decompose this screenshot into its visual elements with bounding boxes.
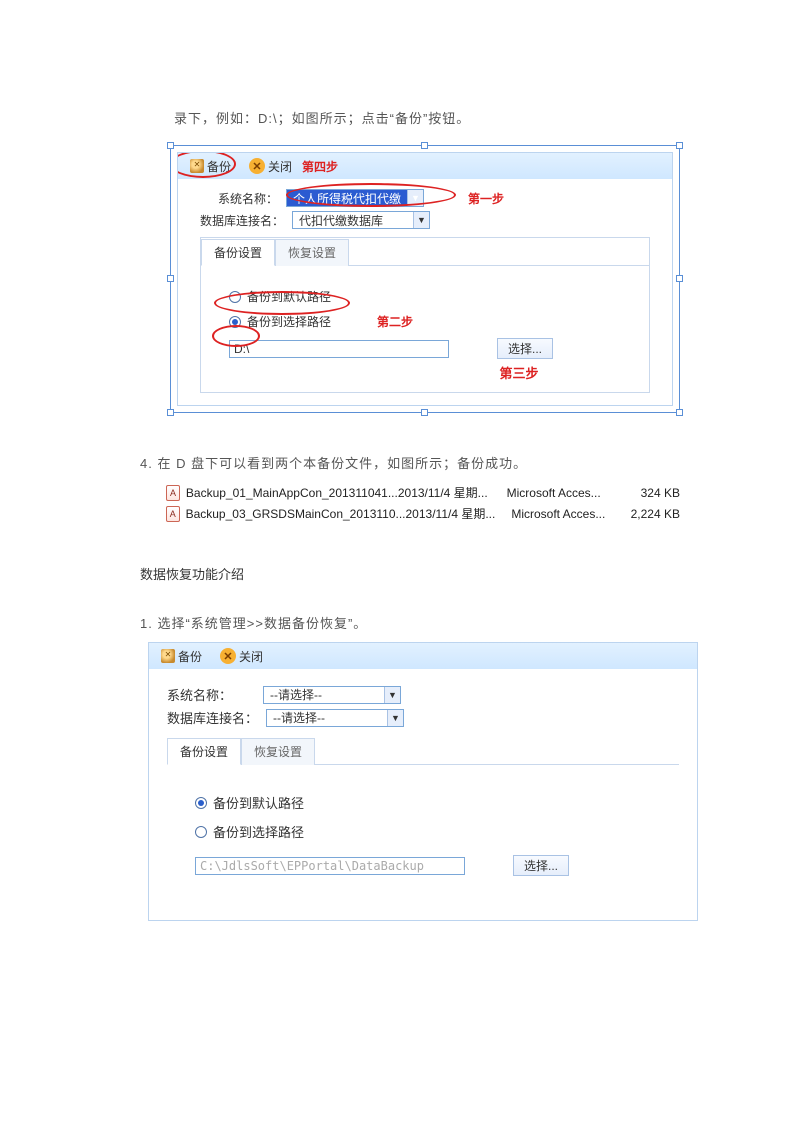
db-conn-value: 代扣代缴数据库 — [293, 212, 413, 229]
close-button-label: 关闭 — [239, 648, 263, 665]
backup-dialog-window: 备份 ✕ 关闭 第四步 系统名称： 个人所得税代扣代缴 ▼ 第一步 — [177, 152, 673, 406]
backup-button-label: 备份 — [207, 158, 231, 175]
radio-icon-off — [229, 291, 241, 303]
backup-button[interactable]: 备份 — [155, 647, 208, 666]
backup-button-label: 备份 — [178, 648, 202, 665]
radio-select-path[interactable]: 备份到选择路径 第二步 — [229, 313, 629, 330]
label-system-name: 系统名称： — [167, 685, 255, 704]
tab-backup-settings[interactable]: 备份设置 — [167, 738, 241, 765]
browse-button[interactable]: 选择... — [513, 855, 569, 876]
selection-handle — [676, 409, 683, 416]
radio-default-path[interactable]: 备份到默认路径 — [195, 793, 659, 812]
tools-icon — [190, 159, 204, 173]
settings-tabs: 备份设置 恢复设置 备份到默认路径 备份到选择路径 第二步 — [200, 237, 650, 393]
path-value: D:\ — [234, 342, 249, 356]
annotation-step1: 第一步 — [468, 190, 504, 207]
file-name: Backup_03_GRSDSMainCon_2013110... — [186, 507, 406, 521]
close-icon: ✕ — [220, 648, 236, 664]
radio-default-path-label: 备份到默认路径 — [247, 288, 331, 305]
selection-handle — [167, 409, 174, 416]
file-row: A Backup_03_GRSDSMainCon_2013110... 2013… — [166, 503, 680, 524]
system-name-dropdown[interactable]: 个人所得税代扣代缴 ▼ — [286, 189, 424, 207]
backup-button[interactable]: 备份 — [184, 157, 237, 176]
radio-select-path-label: 备份到选择路径 — [213, 822, 304, 841]
file-date: 2013/11/4 星期... — [398, 484, 507, 501]
radio-icon-off — [195, 826, 207, 838]
selection-handle — [167, 142, 174, 149]
close-button[interactable]: ✕ 关闭 — [243, 157, 298, 176]
label-system-name: 系统名称： — [200, 190, 278, 207]
label-db-conn: 数据库连接名： — [167, 708, 258, 727]
radio-default-path-label: 备份到默认路径 — [213, 793, 304, 812]
path-value: C:\JdlsSoft\EPPortal\DataBackup — [200, 859, 424, 873]
file-name: Backup_01_MainAppCon_201311041... — [186, 486, 398, 500]
annotation-step2: 第二步 — [377, 313, 413, 330]
tab-restore-settings[interactable]: 恢复设置 — [241, 738, 315, 765]
file-row: A Backup_01_MainAppCon_201311041... 2013… — [166, 482, 680, 503]
selection-handle — [676, 275, 683, 282]
path-input[interactable]: C:\JdlsSoft\EPPortal\DataBackup — [195, 857, 465, 875]
close-button-label: 关闭 — [268, 158, 292, 175]
system-name-value: 个人所得税代扣代缴 — [287, 190, 407, 207]
close-icon: ✕ — [249, 158, 265, 174]
file-date: 2013/11/4 星期... — [406, 505, 512, 522]
db-conn-dropdown[interactable]: 代扣代缴数据库 ▼ — [292, 211, 430, 229]
figure-1-selection-frame: 备份 ✕ 关闭 第四步 系统名称： 个人所得税代扣代缴 ▼ 第一步 — [170, 145, 680, 413]
file-size: 2,224 KB — [622, 507, 680, 521]
file-type: Microsoft Acces... — [511, 507, 622, 521]
path-input[interactable]: D:\ — [229, 340, 449, 358]
radio-select-path[interactable]: 备份到选择路径 — [195, 822, 659, 841]
selection-handle — [421, 142, 428, 149]
dialog-titlebar: 备份 ✕ 关闭 — [149, 643, 697, 669]
selection-handle — [421, 409, 428, 416]
radio-default-path[interactable]: 备份到默认路径 — [229, 288, 629, 305]
annotation-step4: 第四步 — [302, 158, 338, 175]
close-button[interactable]: ✕ 关闭 — [214, 647, 269, 666]
selection-handle — [676, 142, 683, 149]
chevron-down-icon: ▼ — [384, 687, 400, 703]
file-list: A Backup_01_MainAppCon_201311041... 2013… — [166, 482, 680, 524]
system-name-value: --请选择-- — [264, 686, 384, 703]
tab-backup-settings[interactable]: 备份设置 — [201, 239, 275, 266]
radio-icon-on — [195, 797, 207, 809]
file-size: 324 KB — [621, 486, 680, 500]
restore-step1-text: 1. 选择“系统管理>>数据备份恢复”。 — [140, 613, 680, 632]
backup-dialog-window-2: 备份 ✕ 关闭 系统名称： --请选择-- ▼ 数据库连接名： --请选择-- … — [148, 642, 698, 921]
annotation-step3: 第三步 — [499, 366, 538, 381]
radio-select-path-label: 备份到选择路径 — [247, 313, 331, 330]
chevron-down-icon: ▼ — [387, 710, 403, 726]
tab-restore-settings[interactable]: 恢复设置 — [275, 239, 349, 266]
selection-handle — [167, 275, 174, 282]
db-conn-value: --请选择-- — [267, 709, 387, 726]
access-file-icon: A — [166, 506, 180, 522]
tools-icon — [161, 649, 175, 663]
system-name-dropdown[interactable]: --请选择-- ▼ — [263, 686, 401, 704]
browse-button[interactable]: 选择... — [497, 338, 553, 359]
label-db-conn: 数据库连接名： — [200, 212, 284, 229]
heading-restore: 数据恢复功能介绍 — [140, 564, 680, 583]
chevron-down-icon: ▼ — [413, 212, 429, 228]
step4-text: 4. 在 D 盘下可以看到两个本备份文件，如图所示；备份成功。 — [140, 453, 680, 472]
intro-text: 录下，例如：D:\；如图所示；点击“备份”按钮。 — [174, 108, 680, 127]
file-type: Microsoft Acces... — [507, 486, 621, 500]
radio-icon-on — [229, 316, 241, 328]
dialog-titlebar: 备份 ✕ 关闭 第四步 — [178, 153, 672, 179]
db-conn-dropdown[interactable]: --请选择-- ▼ — [266, 709, 404, 727]
chevron-down-icon: ▼ — [407, 190, 423, 206]
access-file-icon: A — [166, 485, 180, 501]
